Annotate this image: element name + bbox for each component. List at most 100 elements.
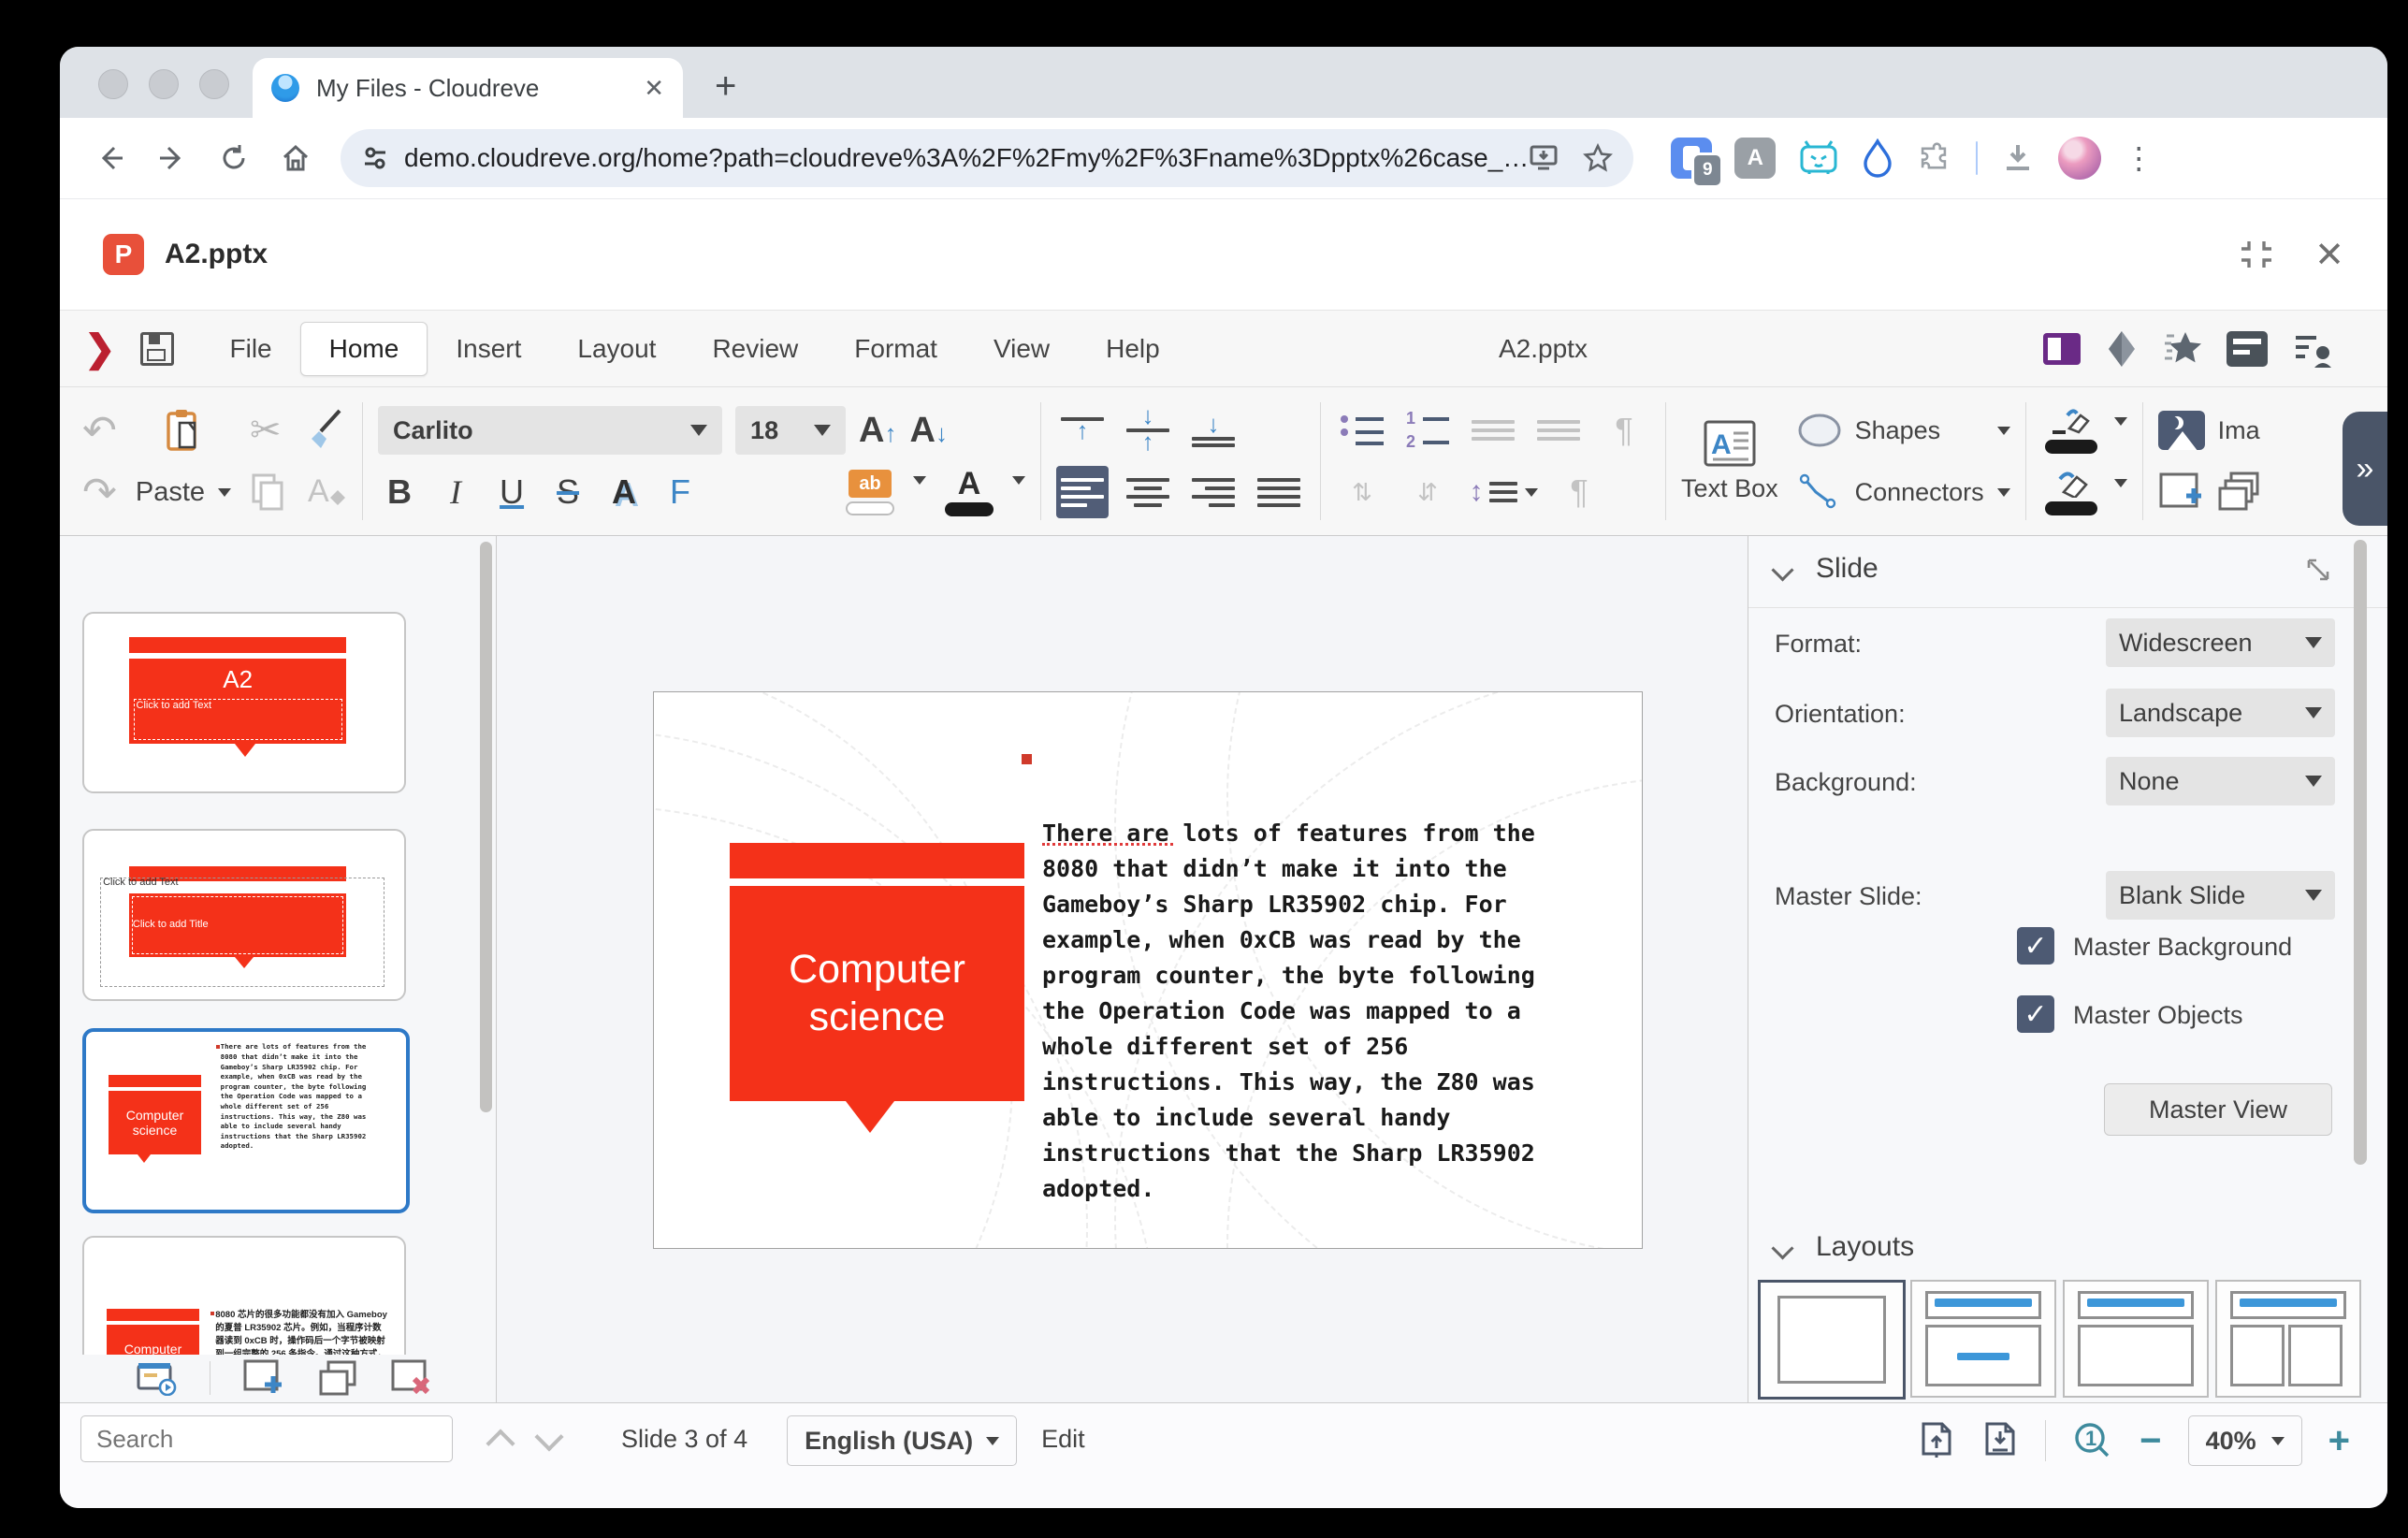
shapes-dropdown-icon[interactable] [1997,427,2010,435]
thumbnail-slide-4[interactable]: Computer science 8080 芯片的很多功能都没有加入 Gameb… [82,1236,406,1355]
previous-result-icon[interactable] [486,1429,515,1458]
translate-extension-icon[interactable]: A [1734,138,1776,179]
master-slide-select[interactable]: Blank Slide [2106,871,2335,920]
home-icon[interactable] [271,134,320,182]
favorites-star-icon[interactable] [2163,330,2202,368]
bilibili-extension-icon[interactable] [1798,139,1839,177]
strikeout-icon[interactable]: S [546,472,589,512]
bookmark-star-icon[interactable] [1583,143,1613,173]
browser-tab[interactable]: My Files - Cloudreve ✕ [253,58,683,118]
zoom-out-button[interactable]: − [2140,1427,2161,1455]
thumbnail-slide-2[interactable]: Click to add Text Click to add Title [82,829,406,1001]
close-preview-icon[interactable]: ✕ [2314,234,2344,276]
slide-body-text[interactable]: There are lots of features from the 8080… [1042,745,1603,1242]
layout-two-content[interactable] [2215,1280,2361,1398]
delete-slide-icon[interactable] [390,1358,433,1398]
paste-button[interactable]: Paste [136,477,205,508]
add-slide-panel-icon[interactable] [242,1358,285,1398]
layout-title-empty[interactable] [2063,1280,2209,1398]
fill-color-button[interactable] [2041,470,2101,515]
underline-icon[interactable]: U [490,472,533,512]
fit-to-width-icon[interactable] [1981,1420,2019,1461]
zoom-100-icon[interactable]: 1 [2072,1420,2113,1461]
slide-canvas[interactable]: Computer science There are lots of featu… [497,536,1748,1402]
layout-blank[interactable] [1758,1280,1906,1400]
card-panel-icon[interactable] [2227,331,2268,367]
tab-close-icon[interactable]: ✕ [644,74,664,103]
valign-top-icon[interactable]: ↑ [1056,404,1109,457]
font-effects-icon[interactable]: F [659,472,702,512]
move-down-icon[interactable]: ⇵ [1401,466,1454,518]
clear-style-icon[interactable]: A [306,472,347,513]
connectors-button[interactable]: Connectors [1855,478,1984,507]
insert-paragraph-icon[interactable]: ¶ [1598,404,1650,457]
align-left-icon[interactable] [1056,466,1109,518]
increase-font-icon[interactable]: A↑ [859,411,896,451]
valign-bottom-icon[interactable]: ↓ [1187,404,1240,457]
paragraph-settings-icon[interactable]: ¶ [1553,466,1605,518]
minimize-window-button[interactable] [149,69,179,99]
add-slide-icon[interactable] [2158,472,2205,513]
paste-dropdown-icon[interactable] [218,488,231,497]
downloads-icon[interactable] [2000,140,2036,176]
fit-to-slide-icon[interactable] [1918,1420,1955,1461]
copy-icon[interactable] [250,472,287,513]
master-view-button[interactable]: Master View [2104,1083,2332,1136]
line-spacing-icon[interactable]: ↕ [1467,466,1540,518]
zoom-in-button[interactable]: + [2328,1427,2350,1455]
connectors-dropdown-icon[interactable] [1997,488,2010,497]
duplicate-slide-icon[interactable] [317,1359,358,1397]
water-drop-extension-icon[interactable] [1862,138,1893,178]
slide-section-title[interactable]: Slide [1816,553,1879,585]
menu-help[interactable]: Help [1078,323,1188,375]
orientation-select[interactable]: Landscape [2106,689,2335,737]
reload-icon[interactable] [210,134,258,182]
text-box-button[interactable]: A Text Box [1681,420,1778,503]
move-up-icon[interactable]: ⇅ [1336,466,1388,518]
slide-title[interactable]: Computer science [756,946,999,1040]
search-input[interactable] [80,1415,453,1462]
image-button[interactable]: Ima [2218,416,2260,445]
zoom-level-select[interactable]: 40% [2188,1415,2302,1466]
decrease-indent-icon[interactable] [1532,404,1585,457]
outline-color-dropdown-icon[interactable] [2114,417,2127,426]
font-size-select[interactable]: 18 [735,406,846,455]
theme-gem-icon[interactable] [2105,329,2139,369]
align-justify-icon[interactable] [1253,466,1305,518]
site-settings-icon[interactable] [361,144,389,172]
bullets-icon[interactable] [1336,404,1388,457]
maximize-window-button[interactable] [199,69,229,99]
thumbnail-slide-3[interactable]: Computer science There are lots of featu… [82,1028,410,1213]
slide-section-chevron-icon[interactable] [1771,559,1793,581]
valign-middle-icon[interactable]: ↓↑ [1122,404,1174,457]
master-objects-checkbox[interactable]: ✓ [2017,995,2054,1033]
increase-indent-icon[interactable] [1467,404,1519,457]
sidebar-extension-icon[interactable]: 9 [1671,138,1712,179]
copy-slide-icon[interactable] [2218,472,2261,513]
format-painter-icon[interactable] [306,409,347,452]
cut-icon[interactable]: ✂ [250,409,287,452]
browser-menu-icon[interactable]: ⋮ [2124,144,2154,172]
start-slideshow-icon[interactable] [137,1360,178,1396]
menu-view[interactable]: View [965,323,1078,375]
extensions-puzzle-icon[interactable] [1916,139,1953,177]
thumbnails-scrollbar[interactable] [480,542,492,1112]
forward-icon[interactable] [148,134,196,182]
menu-format[interactable]: Format [826,323,965,375]
menu-insert[interactable]: Insert [428,323,549,375]
sidebar-toggle-icon[interactable] [2043,333,2081,365]
decrease-font-icon[interactable]: A↓ [910,411,948,451]
layouts-section-chevron-icon[interactable] [1771,1237,1793,1259]
panel-expand-icon[interactable] [2305,557,2331,583]
align-right-icon[interactable] [1187,466,1240,518]
title-callout-bar[interactable] [730,843,1024,878]
menu-review[interactable]: Review [684,323,826,375]
settings-scrollbar[interactable] [2354,540,2367,1165]
menu-home[interactable]: Home [300,322,428,376]
back-icon[interactable] [86,134,135,182]
layouts-section-title[interactable]: Layouts [1816,1231,1914,1263]
next-result-icon[interactable] [534,1422,563,1451]
slide-editing-area[interactable]: Computer science There are lots of featu… [653,691,1643,1249]
font-color-dropdown-icon[interactable] [1012,476,1025,485]
user-settings-icon[interactable] [2292,330,2333,368]
